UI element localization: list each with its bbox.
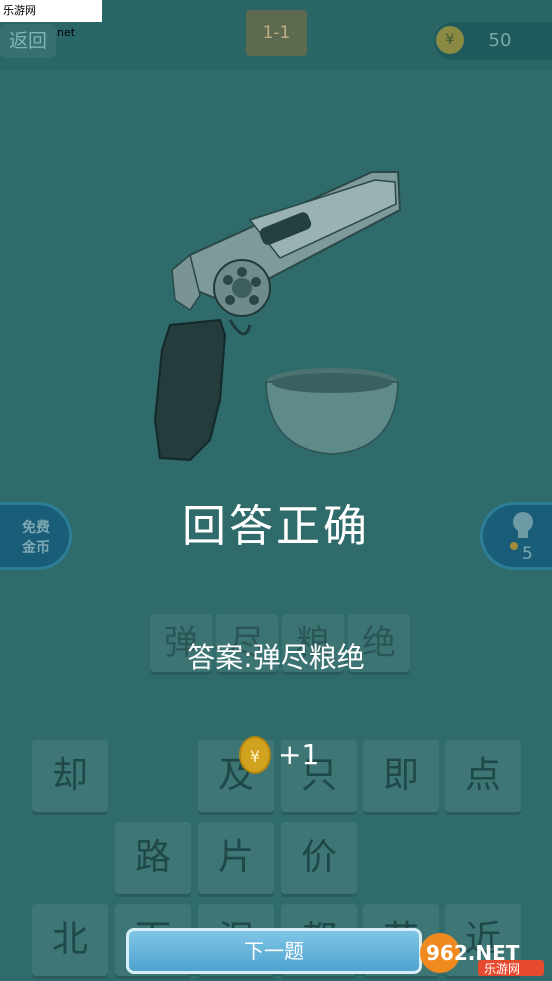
key-6[interactable]: 点 xyxy=(445,740,521,812)
back-button[interactable]: 返回 xyxy=(0,24,56,58)
bowl-icon xyxy=(265,368,399,455)
key-8[interactable]: 片 xyxy=(198,822,274,894)
reward-coin-icon: ¥ xyxy=(239,736,271,774)
coin-count: 50 xyxy=(488,30,512,51)
coin-icon: ¥ xyxy=(436,26,464,54)
watermark-logo: 962.NET 乐游网 xyxy=(420,933,544,976)
key-5[interactable]: 即 xyxy=(363,740,439,812)
answer-text: 答案:弹尽粮绝 xyxy=(187,641,365,674)
reward-text: +1 xyxy=(278,738,320,771)
key-7[interactable]: 路 xyxy=(115,822,191,894)
level-indicator: 1-1 xyxy=(246,10,307,56)
key-10[interactable]: 北 xyxy=(32,904,108,976)
watermark-logo-small: 乐游网 xyxy=(484,962,520,976)
key-9[interactable]: 价 xyxy=(281,822,357,894)
result-title: 回答正确 xyxy=(182,501,370,552)
wave-divider xyxy=(0,58,552,66)
watermark-top: 乐游网 www.962.net xyxy=(0,0,102,39)
puzzle-image xyxy=(153,171,402,462)
next-question-button[interactable]: 下一题 xyxy=(126,928,422,974)
key-1[interactable]: 却 xyxy=(32,740,108,812)
